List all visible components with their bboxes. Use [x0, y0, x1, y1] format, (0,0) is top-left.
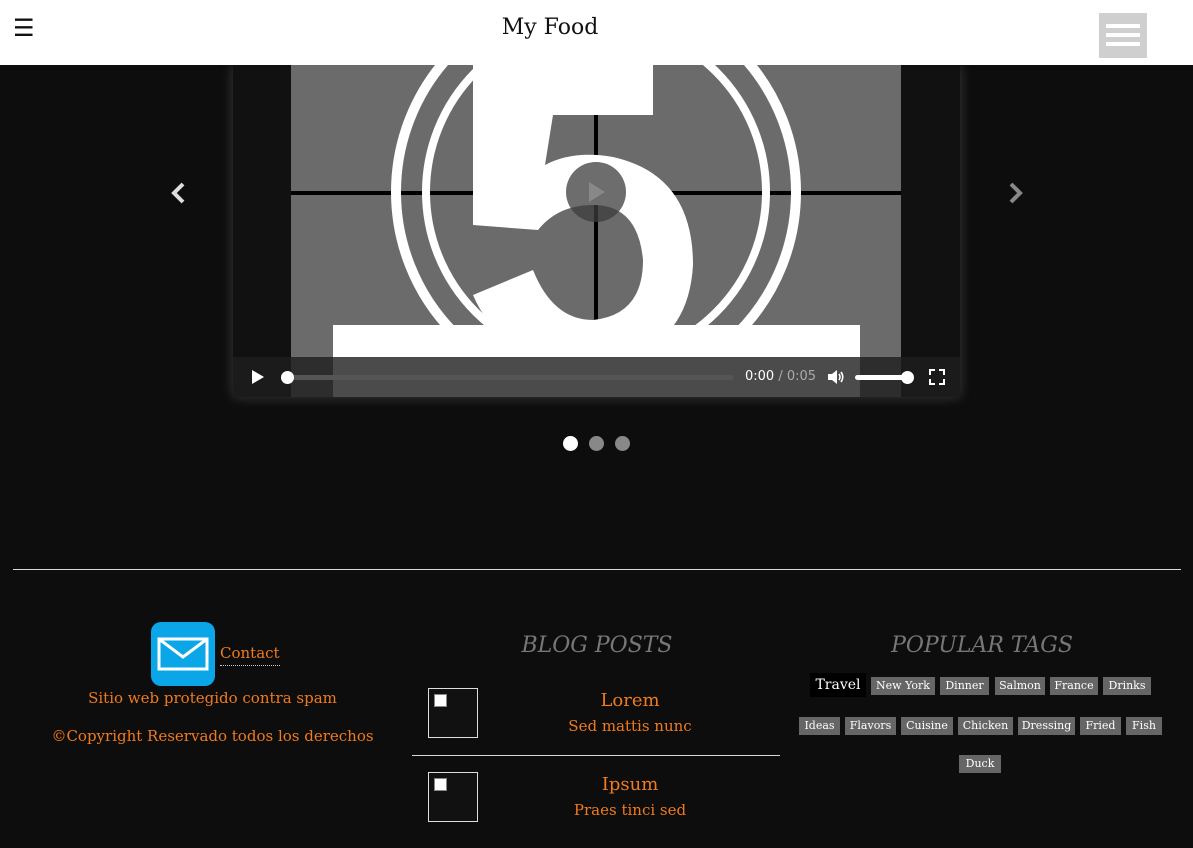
copyright-text: ©Copyright Reservado todos los derechos [51, 727, 374, 745]
post-thumbnail[interactable] [428, 688, 478, 738]
volume-icon [828, 370, 844, 384]
current-time: 0:00 [745, 369, 775, 384]
slider-dot-1[interactable] [563, 436, 578, 451]
broken-image-icon [434, 778, 447, 791]
tag-travel[interactable]: Travel [810, 673, 866, 697]
contact-link[interactable]: Contact [220, 644, 280, 666]
popular-tags-heading: POPULAR TAGS [891, 633, 1073, 658]
video-frame-countdown [233, 65, 960, 397]
video-controls: 0:00 / 0:05 [233, 357, 960, 397]
tag-ideas[interactable]: Ideas [799, 717, 840, 735]
envelope-icon [157, 637, 209, 671]
slider-dot-3[interactable] [615, 436, 630, 451]
slider-dot-2[interactable] [589, 436, 604, 451]
menu-bar-icon [1106, 42, 1140, 46]
tag-salmon[interactable]: Salmon [995, 677, 1045, 695]
site-title[interactable]: My Food [0, 15, 1100, 40]
time-separator: / [778, 369, 783, 384]
slider-next-button[interactable] [1006, 178, 1026, 212]
mute-button[interactable] [827, 369, 845, 389]
post-title[interactable]: Lorem [480, 690, 780, 711]
broken-image-icon [434, 694, 447, 707]
fullscreen-icon [929, 369, 945, 385]
hamburger-menu-button[interactable] [1099, 13, 1147, 58]
tag-chicken[interactable]: Chicken [958, 717, 1013, 735]
tag-new-york[interactable]: New York [871, 677, 935, 695]
tag-france[interactable]: France [1050, 677, 1098, 695]
post-subtitle: Praes tinci sed [573, 801, 687, 819]
volume-slider[interactable] [855, 375, 907, 380]
slider-prev-button[interactable] [168, 178, 188, 212]
post-subtitle: Sed mattis nunc [568, 717, 692, 735]
blog-posts-heading: BLOG POSTS [521, 633, 673, 658]
spam-protection-note: Sitio web protegido contra spam [88, 689, 337, 707]
tag-fish[interactable]: Fish [1126, 717, 1162, 735]
post-thumbnail[interactable] [428, 772, 478, 822]
site-header: ☰ My Food [0, 0, 1193, 65]
mail-icon[interactable] [151, 622, 215, 686]
footer-divider [13, 569, 1181, 570]
fullscreen-button[interactable] [929, 369, 945, 389]
chevron-left-icon [171, 182, 185, 204]
tag-fried[interactable]: Fried [1080, 717, 1121, 735]
chevron-right-icon [1009, 182, 1023, 204]
tag-dinner[interactable]: Dinner [940, 677, 989, 695]
post-separator [412, 755, 780, 756]
tag-duck[interactable]: Duck [959, 755, 1001, 773]
tag-flavors[interactable]: Flavors [845, 717, 896, 735]
duration: 0:05 [786, 369, 817, 384]
menu-bar-icon [1106, 33, 1140, 37]
time-display: 0:00 / 0:05 [745, 369, 816, 384]
menu-bar-icon [1106, 24, 1140, 28]
play-icon [252, 370, 264, 384]
tag-drinks[interactable]: Drinks [1103, 677, 1151, 695]
seek-bar[interactable] [287, 375, 734, 380]
post-title[interactable]: Ipsum [480, 774, 780, 795]
play-button[interactable] [251, 369, 265, 389]
volume-handle[interactable] [901, 371, 914, 384]
tag-cuisine[interactable]: Cuisine [901, 717, 953, 735]
video-player[interactable]: 0:00 / 0:05 [233, 65, 960, 397]
seek-handle[interactable] [281, 371, 294, 384]
tag-dressing[interactable]: Dressing [1018, 717, 1075, 735]
